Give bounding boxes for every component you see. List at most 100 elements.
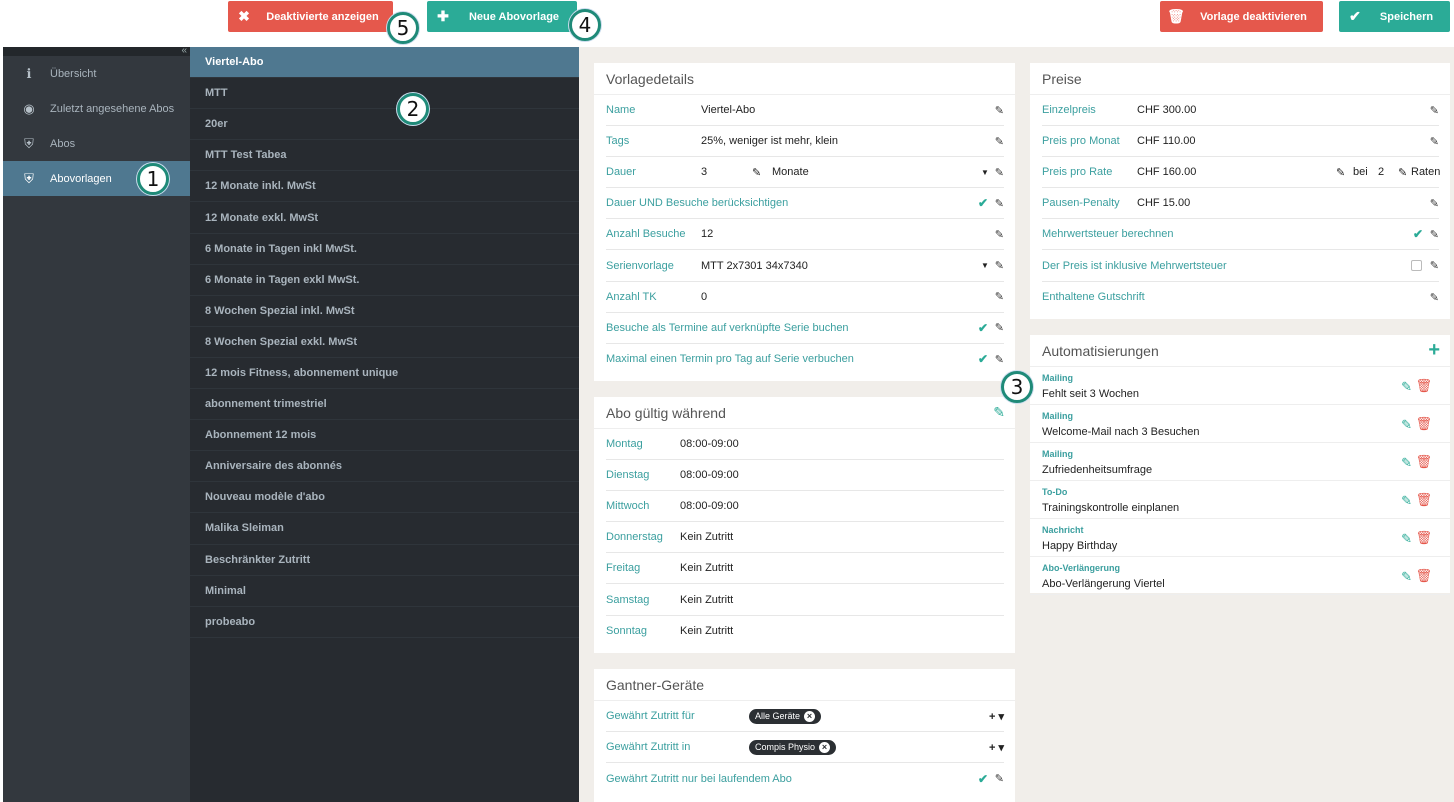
time-value: Kein Zutritt — [680, 562, 734, 575]
check-icon[interactable]: ✔ — [978, 196, 988, 210]
trash-icon: 🗑 — [1167, 8, 1185, 24]
automation-type: Nachricht — [1042, 525, 1084, 535]
max-per-day-row: Maximal einen Termin pro Tag auf Serie v… — [606, 352, 1004, 367]
trash-icon[interactable]: 🗑 — [1415, 416, 1432, 432]
automation-type: Mailing — [1042, 373, 1073, 383]
close-icon: ✖ — [238, 8, 250, 24]
edit-pencil-icon[interactable]: ✎ — [1430, 197, 1439, 210]
new-template-button[interactable]: ✚ Neue Abovorlage — [427, 1, 577, 32]
trash-icon[interactable]: 🗑 — [1415, 568, 1432, 584]
chevron-down-icon[interactable]: ▼ — [981, 168, 989, 177]
edit-pencil-icon[interactable]: ✎ — [993, 404, 1005, 421]
tag-chip[interactable]: Alle Geräte × — [749, 708, 822, 724]
template-list-item[interactable]: 6 Monate in Tagen inkl MwSt. — [190, 234, 579, 265]
series-select[interactable]: MTT 2x7301 34x7340 — [701, 260, 808, 272]
edit-pencil-icon[interactable]: ✎ — [1430, 135, 1439, 148]
edit-pencil-icon[interactable]: ✎ — [1401, 493, 1412, 509]
check-icon[interactable]: ✔ — [978, 352, 988, 366]
template-list-item[interactable]: 12 Monate exkl. MwSt — [190, 202, 579, 234]
template-list-item[interactable]: Abonnement 12 mois — [190, 420, 579, 452]
template-list-item[interactable]: probeabo — [190, 607, 579, 638]
template-list-item[interactable]: Nouveau modèle d'abo — [190, 482, 579, 514]
template-list-item[interactable]: Minimal — [190, 576, 579, 607]
edit-pencil-icon[interactable]: ✎ — [995, 321, 1004, 334]
edit-pencil-icon[interactable]: ✎ — [1401, 531, 1412, 547]
remove-tag-icon[interactable]: × — [804, 710, 816, 722]
edit-pencil-icon[interactable]: ✎ — [1401, 379, 1412, 395]
check-icon[interactable]: ✔ — [1413, 227, 1423, 241]
template-list-item[interactable]: MTT Test Tabea — [190, 140, 579, 172]
edit-pencil-icon[interactable]: ✎ — [995, 353, 1004, 366]
checkbox[interactable] — [1411, 260, 1422, 272]
trash-icon[interactable]: 🗑 — [1415, 530, 1432, 546]
add-automation-icon[interactable]: + — [1428, 339, 1440, 362]
edit-pencil-icon[interactable]: ✎ — [995, 259, 1004, 272]
edit-pencil-icon[interactable]: ✎ — [1398, 166, 1407, 179]
automation-desc: Abo-Verlängerung Viertel — [1042, 578, 1165, 590]
add-dropdown-icon[interactable]: + ▾ — [989, 710, 1004, 723]
edit-pencil-icon[interactable]: ✎ — [1430, 228, 1439, 241]
automation-type: Abo-Verlängerung — [1042, 563, 1121, 573]
eye-icon: ◉ — [23, 100, 35, 116]
save-button[interactable]: ✔ Speichern — [1339, 1, 1450, 32]
chevron-down-icon[interactable]: ▼ — [981, 261, 989, 270]
template-list-item[interactable]: abonnement trimestriel — [190, 389, 579, 421]
visits-row: Anzahl Besuche 12 ✎ — [606, 219, 1004, 251]
template-list-item[interactable]: 8 Wochen Spezial exkl. MwSt — [190, 327, 579, 358]
remove-tag-icon[interactable]: × — [819, 741, 831, 753]
edit-pencil-icon[interactable]: ✎ — [1430, 291, 1439, 304]
template-list-item[interactable]: 6 Monate in Tagen exkl MwSt. — [190, 265, 579, 296]
trash-icon[interactable]: 🗑 — [1415, 492, 1432, 508]
edit-pencil-icon[interactable]: ✎ — [752, 166, 761, 179]
sidebar-item-overview[interactable]: ℹ Übersicht — [3, 56, 190, 91]
show-deactivated-button[interactable]: ✖ Deaktivierte anzeigen — [228, 1, 393, 32]
template-list-item[interactable]: Beschränkter Zutritt — [190, 545, 579, 576]
validity-row: Freitag Kein Zutritt — [606, 553, 1004, 585]
edit-pencil-icon[interactable]: ✎ — [995, 228, 1004, 241]
access-for-row: Gewährt Zutritt für Alle Geräte × + ▾ — [606, 701, 1004, 733]
template-list-item[interactable]: MTT — [190, 78, 579, 110]
main-content: Vorlagedetails Name Viertel-Abo ✎ Tags 2… — [579, 47, 1454, 802]
edit-pencil-icon[interactable]: ✎ — [995, 104, 1004, 117]
automation-item: Mailing Welcome-Mail nach 3 Besuchen ✎ 🗑 — [1030, 405, 1450, 443]
trash-icon[interactable]: 🗑 — [1415, 454, 1432, 470]
template-list-item[interactable]: 20er — [190, 109, 579, 141]
edit-pencil-icon[interactable]: ✎ — [1401, 569, 1412, 585]
panel-title: Preise — [1030, 63, 1450, 95]
edit-pencil-icon[interactable]: ✎ — [995, 135, 1004, 148]
tag-chip[interactable]: Compis Physio × — [749, 739, 837, 755]
template-list-item[interactable]: 8 Wochen Spezial inkl. MwSt — [190, 296, 579, 327]
check-icon[interactable]: ✔ — [978, 321, 988, 335]
template-list-item[interactable]: Viertel-Abo — [190, 47, 579, 79]
validity-row: Samstag Kein Zutritt — [606, 584, 1004, 616]
day-label: Dienstag — [606, 469, 650, 482]
edit-pencil-icon[interactable]: ✎ — [995, 772, 1004, 785]
template-list-item[interactable]: Anniversaire des abonnés — [190, 451, 579, 483]
sidebar-item-recent[interactable]: ◉ Zuletzt angesehene Abos — [3, 91, 190, 126]
edit-pencil-icon[interactable]: ✎ — [995, 197, 1004, 210]
edit-pencil-icon[interactable]: ✎ — [1430, 104, 1439, 117]
edit-pencil-icon[interactable]: ✎ — [1430, 259, 1439, 272]
add-dropdown-icon[interactable]: + ▾ — [989, 741, 1004, 754]
access-in-row: Gewährt Zutritt in Compis Physio × + ▾ — [606, 732, 1004, 764]
sidebar-item-abos[interactable]: ⛨ Abos — [3, 126, 190, 161]
check-icon[interactable]: ✔ — [978, 772, 988, 786]
time-value: 08:00-09:00 — [680, 500, 739, 513]
duration-unit-select[interactable]: Monate — [772, 166, 809, 178]
edit-pencil-icon[interactable]: ✎ — [995, 166, 1004, 179]
template-list-item[interactable]: 12 Monate inkl. MwSt — [190, 171, 579, 203]
automation-desc: Trainingskontrolle einplanen — [1042, 502, 1180, 514]
day-label: Samstag — [606, 593, 650, 606]
template-list-item[interactable]: 12 mois Fitness, abonnement unique — [190, 358, 579, 390]
edit-pencil-icon[interactable]: ✎ — [1401, 455, 1412, 471]
edit-pencil-icon[interactable]: ✎ — [995, 290, 1004, 303]
edit-pencil-icon[interactable]: ✎ — [1336, 166, 1345, 179]
book-series-row: Besuche als Termine auf verknüpfte Serie… — [606, 313, 1004, 344]
trash-icon[interactable]: 🗑 — [1415, 378, 1432, 394]
deactivate-template-button[interactable]: 🗑 Vorlage deaktivieren — [1160, 1, 1323, 32]
collapse-sidebar-icon[interactable]: « — [181, 45, 187, 56]
panel-title: Gantner-Geräte — [594, 669, 1015, 701]
template-list-item[interactable]: Malika Sleiman — [190, 513, 579, 545]
edit-pencil-icon[interactable]: ✎ — [1401, 417, 1412, 433]
panel-title: Automatisierungen + — [1030, 335, 1450, 367]
